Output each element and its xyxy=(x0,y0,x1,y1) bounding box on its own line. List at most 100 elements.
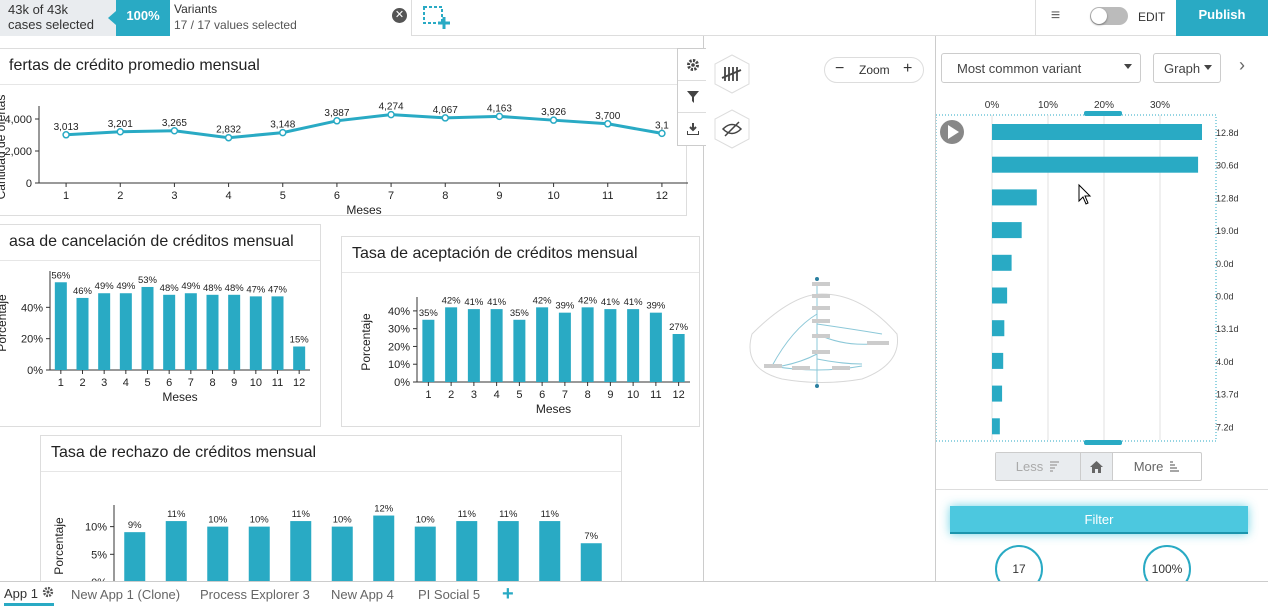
menu-icon[interactable]: ≡ xyxy=(1035,0,1075,36)
bar xyxy=(604,309,617,382)
tab-new-app-1-clone[interactable]: New App 1 (Clone) xyxy=(71,587,180,602)
x-tick-label: 11 xyxy=(650,389,661,401)
bar xyxy=(992,287,1008,304)
bar xyxy=(992,320,1005,337)
data-label: 3,265 xyxy=(162,118,187,129)
dashboard-canvas: fertas de crédito promedio mensual 0 2,00… xyxy=(0,36,704,581)
chart-card-cancel[interactable]: asa de cancelación de créditos mensual 0… xyxy=(0,224,321,427)
bar xyxy=(558,312,571,382)
bar xyxy=(331,526,353,581)
duration-label: 0.0d xyxy=(1216,292,1234,302)
data-label: 10% xyxy=(208,515,228,526)
data-label: 48% xyxy=(225,283,245,294)
zoom-out-icon[interactable]: − xyxy=(835,60,844,78)
publish-button[interactable]: Publish xyxy=(1176,0,1268,36)
data-label: 42% xyxy=(442,295,462,306)
less-button[interactable]: Less xyxy=(996,453,1081,480)
y-tick-label: 10% xyxy=(85,522,107,534)
bar xyxy=(627,309,640,382)
bar xyxy=(98,293,111,370)
chevron-down-icon xyxy=(1204,65,1212,70)
chart-side-toolbar xyxy=(677,48,708,146)
graph-type-dropdown[interactable]: Graph xyxy=(1153,53,1221,83)
x-tick-label: 4 xyxy=(123,377,129,389)
add-tab-icon[interactable]: + xyxy=(502,583,514,606)
bar xyxy=(119,293,132,370)
x-tick-label: 1 xyxy=(63,190,69,202)
tab-new-app-4[interactable]: New App 4 xyxy=(331,587,394,602)
filter-button[interactable]: Filter xyxy=(950,506,1248,534)
bar xyxy=(445,307,458,382)
cases-label: cases selected xyxy=(8,17,94,32)
x-tick-label: 10 xyxy=(627,389,639,401)
bar xyxy=(490,309,503,382)
variant-sort-dropdown[interactable]: Most common variant xyxy=(941,53,1141,83)
bar xyxy=(580,543,602,581)
x-tick-label: 1 xyxy=(425,389,431,401)
bar xyxy=(206,294,219,370)
less-more-nav: Less More xyxy=(995,452,1202,481)
tally-icon[interactable] xyxy=(712,54,752,94)
filter-funnel-icon[interactable] xyxy=(678,81,707,113)
home-button[interactable] xyxy=(1081,453,1113,480)
less-label: Less xyxy=(1015,459,1044,474)
bar xyxy=(992,385,1003,402)
download-icon[interactable] xyxy=(678,113,707,145)
series-line xyxy=(66,113,663,140)
tab-process-explorer-3[interactable]: Process Explorer 3 xyxy=(200,587,310,602)
tab-pi-social-5[interactable]: PI Social 5 xyxy=(418,587,480,602)
x-tick-label: 8 xyxy=(209,377,215,389)
bar xyxy=(163,294,176,370)
chart-card-accept[interactable]: Tasa de aceptación de créditos mensual 0… xyxy=(341,236,700,427)
data-label: 42% xyxy=(578,295,598,306)
bar xyxy=(992,418,1000,435)
x-tick-label: 20% xyxy=(1094,100,1114,111)
bar xyxy=(54,282,67,370)
data-label: 39% xyxy=(646,301,666,312)
hide-eye-icon[interactable] xyxy=(712,109,752,149)
chart-card-reject[interactable]: Tasa de rechazo de créditos mensual 0%5%… xyxy=(40,435,622,581)
data-label: 47% xyxy=(246,284,266,295)
line-chart-offers: 02,0004,0003,013 3,201 3,2652,832 3,1483,88… xyxy=(0,95,688,216)
data-label: 7% xyxy=(584,531,598,542)
duration-label: 30.6d xyxy=(1216,161,1239,171)
x-axis-label: Meses xyxy=(536,402,571,416)
duration-label: 0.0d xyxy=(1216,259,1234,269)
chart-card-offers[interactable]: fertas de crédito promedio mensual 0 2,00… xyxy=(0,48,688,216)
data-label: 27% xyxy=(669,322,689,333)
zoom-in-icon[interactable]: + xyxy=(903,60,912,78)
edit-toggle[interactable] xyxy=(1090,7,1128,25)
cases-selected-box[interactable]: 43k of 43k cases selected xyxy=(0,0,116,36)
chart-title: asa de cancelación de créditos mensual xyxy=(0,225,320,261)
x-tick-label: 5 xyxy=(280,190,286,202)
x-tick-label: 5 xyxy=(516,389,522,401)
y-tick-label: 10% xyxy=(388,359,410,371)
more-button[interactable]: More xyxy=(1113,453,1201,480)
bar xyxy=(290,521,312,581)
data-label: 10% xyxy=(333,515,353,526)
duration-label: 13.7d xyxy=(1216,390,1239,400)
clear-selection-icon[interactable]: ✕ xyxy=(392,8,407,23)
tab-app-1[interactable]: App 1 xyxy=(4,586,54,606)
dropdown-value: Most common variant xyxy=(957,61,1082,76)
chevron-right-icon[interactable]: › xyxy=(1232,55,1252,81)
duration-label: 19.0d xyxy=(1216,226,1239,236)
y-axis-label: Cantidad de ofertas xyxy=(0,95,8,200)
data-label: 3,148 xyxy=(270,120,295,131)
settings-gear-icon[interactable] xyxy=(678,49,707,81)
data-label: 4,067 xyxy=(433,105,458,116)
bar xyxy=(373,515,395,581)
data-label: 11% xyxy=(458,509,477,520)
more-label: More xyxy=(1133,459,1164,474)
gear-icon[interactable] xyxy=(42,586,54,598)
add-selection-icon[interactable] xyxy=(422,5,452,31)
bar xyxy=(165,521,187,581)
variant-bar-chart[interactable]: 0% 10% 20% 30% 12.8d 30.6d 12.8d 19.0d 0.0d 0.0d 1… xyxy=(936,90,1268,450)
data-label: 11% xyxy=(167,509,186,520)
data-label: 41% xyxy=(601,297,621,308)
x-tick-label: 4 xyxy=(226,190,232,202)
bar xyxy=(581,307,594,382)
variants-selection[interactable]: Variants 17 / 17 values selected xyxy=(170,0,412,36)
process-map-thumbnail[interactable] xyxy=(732,274,912,424)
data-label: 3,926 xyxy=(541,107,566,118)
